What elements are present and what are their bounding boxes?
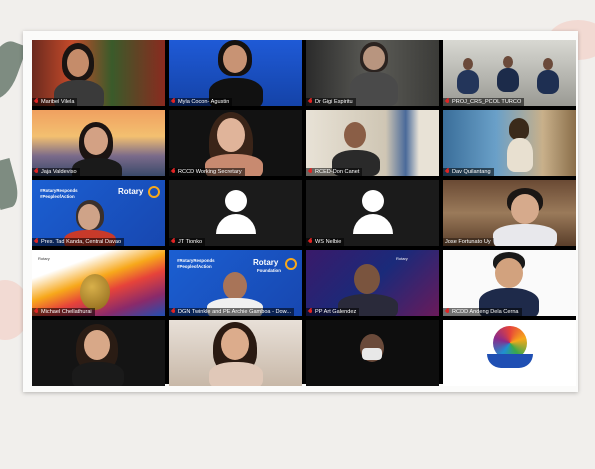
participant-face xyxy=(78,204,100,230)
participant-body xyxy=(507,138,533,172)
participant-name-label: Maribel Vilela xyxy=(32,98,78,106)
video-tile[interactable]: PROJ_CRS_PCOL TURCO xyxy=(443,40,576,106)
participant-face xyxy=(84,127,108,155)
muted-mic-icon xyxy=(445,169,450,175)
participant-name-label: RCCD Working Secretary xyxy=(169,168,245,176)
participant-name-label: WS Nelbie xyxy=(306,238,345,246)
muted-mic-icon xyxy=(171,169,176,175)
participant-name-label: Pres. Tad Kanda, Central Davao xyxy=(32,238,125,246)
video-tile[interactable]: JT Tionko xyxy=(169,180,302,246)
participant-body xyxy=(457,70,479,94)
muted-mic-icon xyxy=(34,239,39,245)
participant-name-label: RCDD Andeng Dela Cerna xyxy=(443,308,522,316)
hashtag-label: #PeopleofAction xyxy=(40,194,75,199)
video-tile[interactable]: Rotary PP Art Galendez xyxy=(306,250,439,316)
video-tile[interactable]: RCED-Don Canet xyxy=(306,110,439,176)
participant-name-label: PROJ_CRS_PCOL TURCO xyxy=(443,98,525,106)
participant-name-label: Jaja Valdeviso xyxy=(32,168,80,176)
hashtag-label: #RotaryResponds xyxy=(40,188,78,193)
video-tile[interactable]: Myla Cocon- Agustin xyxy=(169,40,302,106)
face-mask xyxy=(362,348,382,360)
participant-name-label: Michael Chellathurai xyxy=(32,308,95,316)
participant-face xyxy=(495,258,523,288)
participant-face xyxy=(543,58,553,70)
participant-body xyxy=(72,362,124,386)
participant-name-label: Myla Cocon- Agustin xyxy=(169,98,233,106)
video-tile-active-speaker[interactable] xyxy=(169,320,302,386)
participant-face xyxy=(223,45,247,73)
participant-face xyxy=(223,272,247,300)
participant-hair xyxy=(509,118,529,140)
muted-mic-icon xyxy=(171,99,176,105)
user-avatar-icon xyxy=(224,190,247,212)
participant-face xyxy=(221,328,249,360)
muted-mic-icon xyxy=(34,169,39,175)
rotary-logo-text: Rotary xyxy=(396,256,408,261)
participant-name-label: Jose Fortunato Uy xyxy=(443,238,494,246)
muted-mic-icon xyxy=(34,99,39,105)
muted-mic-icon xyxy=(308,99,313,105)
rotary-wheel-icon xyxy=(285,258,297,270)
participant-name-label: JT Tionko xyxy=(169,238,206,246)
video-tile[interactable] xyxy=(306,320,439,386)
participant-body xyxy=(209,362,263,386)
video-tile[interactable]: WS Nelbie xyxy=(306,180,439,246)
participant-name-label: PP Art Galendez xyxy=(306,308,360,316)
foundation-label: Foundation xyxy=(257,268,281,273)
hashtag-label: #PeopleofAction xyxy=(177,264,212,269)
plant-leaf-decoration xyxy=(0,157,22,211)
muted-mic-icon xyxy=(171,239,176,245)
participant-face xyxy=(363,46,385,70)
muted-mic-icon xyxy=(445,309,450,315)
video-tile[interactable]: Rotary Michael Chellathurai xyxy=(32,250,165,316)
participant-name-label: RCED-Don Canet xyxy=(306,168,363,176)
video-tile[interactable]: Jose Fortunato Uy xyxy=(443,180,576,246)
participant-name-label: Dr Gigi Espiritu xyxy=(306,98,356,106)
participant-face xyxy=(67,49,89,77)
video-tile[interactable]: RCCD Working Secretary xyxy=(169,110,302,176)
participant-face xyxy=(354,264,380,294)
video-tile[interactable]: Jaja Valdeviso xyxy=(32,110,165,176)
participant-face xyxy=(503,56,513,68)
muted-mic-icon xyxy=(308,309,313,315)
gallery-view: Maribel Vilela Myla Cocon- Agustin Dr Gi… xyxy=(32,40,576,386)
participant-face xyxy=(511,194,539,224)
video-tile[interactable]: #RotaryResponds #PeopleofAction Rotary P… xyxy=(32,180,165,246)
muted-mic-icon xyxy=(308,239,313,245)
muted-mic-icon xyxy=(171,309,176,315)
participant-body xyxy=(497,68,519,92)
participant-body xyxy=(350,72,398,106)
rotary-logo-text: Rotary xyxy=(38,256,50,261)
participant-name-label: Dav Quilantang xyxy=(443,168,494,176)
video-tile[interactable]: Maribel Vilela xyxy=(32,40,165,106)
rotary-logo-text: Rotary xyxy=(118,187,144,196)
hashtag-label: #RotaryResponds xyxy=(177,258,215,263)
video-tile[interactable]: RCDD Andeng Dela Cerna xyxy=(443,250,576,316)
participant-face xyxy=(84,330,110,360)
participant-face xyxy=(344,122,366,148)
video-tile[interactable]: #RotaryResponds #PeopleofAction Rotary F… xyxy=(169,250,302,316)
participant-face xyxy=(217,118,245,152)
participant-body xyxy=(537,70,559,94)
user-avatar-icon xyxy=(361,190,384,212)
rotary-wheel-icon xyxy=(148,186,160,198)
participant-body xyxy=(493,224,557,246)
video-tile[interactable] xyxy=(32,320,165,386)
participant-face xyxy=(463,58,473,70)
egg-graphic xyxy=(80,274,110,310)
video-tile[interactable]: Dr Gigi Espiritu xyxy=(306,40,439,106)
muted-mic-icon xyxy=(445,99,450,105)
muted-mic-icon xyxy=(34,309,39,315)
muted-mic-icon xyxy=(308,169,313,175)
hands-logo-icon xyxy=(487,354,533,368)
participant-name-label: DGN Twinkle and PE Archie Gamboa - Dow..… xyxy=(169,308,295,316)
rotary-logo-text: Rotary xyxy=(253,258,279,267)
video-tile[interactable]: Dav Quilantang xyxy=(443,110,576,176)
video-tile[interactable] xyxy=(443,320,576,386)
